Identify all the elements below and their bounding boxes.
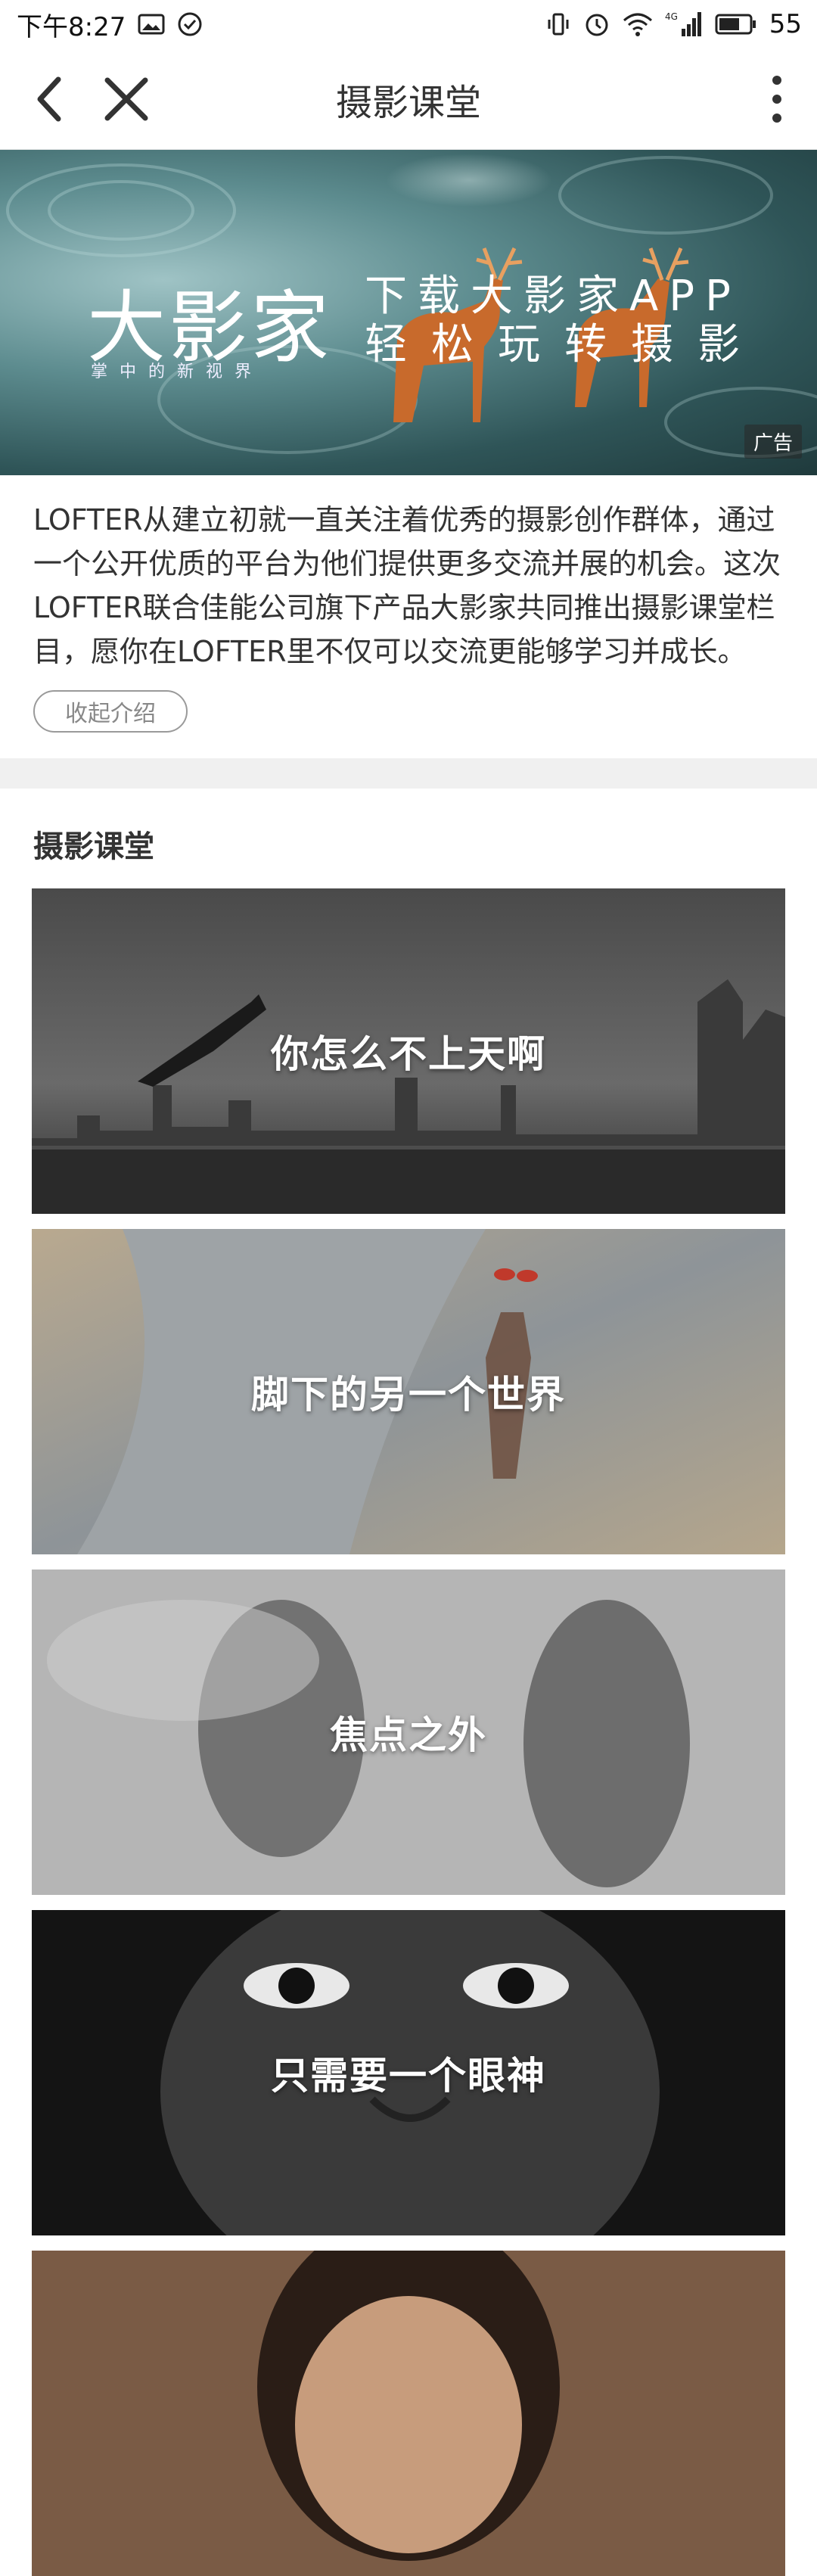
alarm-icon	[583, 11, 610, 38]
course-card[interactable]	[32, 2251, 785, 2576]
more-options-button[interactable]	[743, 48, 811, 150]
close-button[interactable]	[92, 48, 160, 150]
collapse-intro-button[interactable]: 收起介绍	[33, 690, 188, 733]
course-list: 你怎么不上天啊 脚下的另一个世界 焦点之外 只需要一个眼神	[0, 888, 817, 2576]
banner-ad[interactable]: 大影家 掌中的新视界 下载大影家APP 轻松玩转摄影 广告	[0, 150, 817, 475]
course-card-label: 脚下的另一个世界	[251, 1373, 566, 1417]
course-card-label: 只需要一个眼神	[271, 2054, 546, 2098]
status-bar-right: 4G 55	[545, 9, 802, 39]
wifi-icon	[623, 11, 653, 37]
cellular-signal-icon: 4G	[665, 11, 703, 38]
banner-promo-line2: 轻松玩转摄影	[365, 320, 764, 369]
close-icon	[104, 77, 148, 121]
section-divider	[0, 758, 817, 789]
status-bar: 下午8:27 4G 55	[0, 0, 817, 48]
course-card[interactable]: 只需要一个眼神	[32, 1910, 785, 2235]
status-time: 下午8:27	[17, 11, 126, 42]
photo-notification-icon	[138, 13, 165, 36]
check-circle-icon	[177, 11, 203, 37]
banner-brand-subtitle: 掌中的新视界	[91, 362, 264, 381]
status-bar-left: 下午8:27	[17, 6, 203, 43]
svg-text:4G: 4G	[665, 11, 678, 22]
back-button[interactable]	[15, 48, 83, 150]
course-card-label: 焦点之外	[330, 1713, 487, 1757]
course-card[interactable]: 你怎么不上天啊	[32, 888, 785, 1214]
battery-icon	[715, 13, 757, 36]
course-card[interactable]: 焦点之外	[32, 1570, 785, 1895]
more-vertical-icon	[772, 76, 781, 123]
course-card[interactable]: 脚下的另一个世界	[32, 1229, 785, 1554]
section-title: 摄影课堂	[33, 829, 154, 864]
course-card-label: 你怎么不上天啊	[271, 1032, 546, 1076]
intro-text: LOFTER从建立初就一直关注着优秀的摄影创作群体，通过一个公开优质的平台为他们…	[33, 503, 781, 668]
battery-level: 55	[769, 9, 802, 39]
vibrate-icon	[545, 11, 571, 37]
ad-badge: 广告	[744, 425, 802, 459]
intro-section: LOFTER从建立初就一直关注着优秀的摄影创作群体，通过一个公开优质的平台为他们…	[0, 475, 817, 758]
chevron-left-icon	[37, 76, 61, 122]
nav-bar: 摄影课堂	[0, 48, 817, 150]
card-image-child-portrait	[32, 2251, 785, 2576]
